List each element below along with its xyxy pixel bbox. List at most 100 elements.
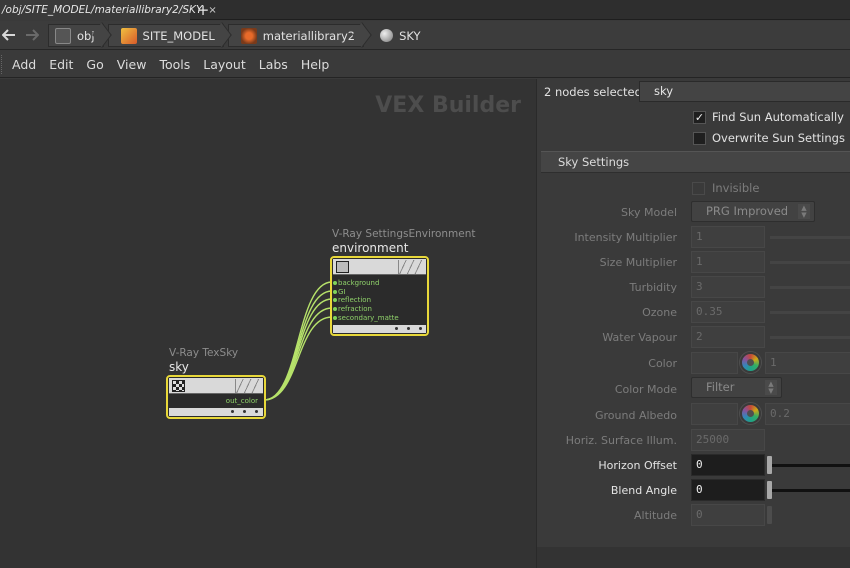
menu-add[interactable]: Add (12, 57, 36, 72)
tab-sky-network[interactable]: /obj/SITE_MODEL/materiallibrary2/SKY × (0, 0, 217, 20)
checker-texture-icon (172, 380, 185, 392)
ground-albedo-field[interactable]: 0.2 (765, 403, 850, 425)
environment-settings-icon (336, 261, 349, 273)
path-bar: obj SITE_MODEL materiallibrary2 SKY (0, 21, 850, 50)
water-vapour-field[interactable]: 2 (691, 326, 765, 348)
size-multiplier-label: Size Multiplier (599, 256, 677, 269)
parameter-panel: 2 nodes selected: sky ✓ Find Sun Automat… (536, 79, 850, 568)
sky-model-dropdown[interactable]: PRG Improved ▲ ▼ (691, 201, 815, 222)
overwrite-sun-label: Overwrite Sun Settings (712, 131, 845, 145)
node-environment[interactable]: background GI reflection refraction seco… (330, 256, 429, 336)
color-mode-dropdown[interactable]: Filter ▲ ▼ (691, 377, 782, 398)
material-library-icon (240, 27, 257, 44)
menu-labs[interactable]: Labs (259, 57, 288, 72)
wire-background (263, 281, 333, 401)
breadcrumb-label: materiallibrary2 (262, 28, 356, 43)
color-mode-label: Color Mode (614, 383, 677, 396)
node-header (169, 378, 263, 394)
altitude-slider-handle[interactable] (767, 506, 772, 524)
wire-gi (263, 290, 333, 401)
menu-layout[interactable]: Layout (203, 57, 246, 72)
horizon-offset-slider[interactable] (770, 464, 850, 467)
sky-settings-section[interactable]: Sky Settings (541, 151, 850, 173)
breadcrumb-materiallibrary2[interactable]: materiallibrary2 (227, 24, 365, 47)
breadcrumb-label: SKY (399, 28, 421, 43)
breadcrumb-sky[interactable]: SKY (368, 24, 428, 47)
node-footer (333, 325, 426, 333)
add-tab-icon[interactable]: + (194, 0, 212, 20)
menu-edit[interactable]: Edit (49, 57, 73, 72)
input-port-secondary-matte[interactable]: secondary_matte (333, 314, 399, 322)
horizon-offset-label: Horizon Offset (598, 459, 677, 472)
node-type-label: V-Ray TexSky (169, 347, 239, 359)
input-port-gi[interactable]: GI (333, 288, 346, 296)
wire-refraction (263, 307, 333, 401)
node-flag-stripes[interactable] (235, 379, 259, 393)
ground-albedo-swatch[interactable] (691, 403, 738, 425)
chevron-up-down-icon: ▲ ▼ (798, 204, 810, 219)
node-flag-stripes[interactable] (398, 260, 422, 274)
horizon-offset-field[interactable]: 0 (691, 454, 765, 476)
node-wires (263, 281, 333, 401)
blend-angle-slider[interactable] (770, 489, 850, 492)
network-editor[interactable]: VEX Builder V-Ray TexSky sky out_color V… (0, 79, 536, 568)
sky-model-label: Sky Model (621, 206, 677, 219)
menu-bar: Add Edit Go View Tools Layout Labs Help (0, 51, 850, 78)
menu-go[interactable]: Go (86, 57, 103, 72)
color-wheel-icon[interactable] (740, 403, 761, 424)
horizon-offset-slider-handle[interactable] (767, 456, 772, 474)
blend-angle-label: Blend Angle (610, 484, 677, 497)
panel-footer-area (537, 547, 850, 568)
input-port-refraction[interactable]: refraction (333, 305, 372, 313)
wire-secondary-matte (263, 316, 333, 401)
overwrite-sun-checkbox[interactable] (693, 132, 706, 145)
horiz-surface-illum-field[interactable]: 25000 (691, 429, 765, 451)
node-footer (169, 408, 263, 416)
color-wheel-icon[interactable] (740, 352, 761, 373)
toolbar-grip-icon[interactable] (1, 55, 4, 74)
back-arrow-icon[interactable] (1, 27, 17, 43)
size-multiplier-field[interactable]: 1 (691, 251, 765, 273)
vop-sphere-icon (380, 29, 394, 42)
turbidity-slider[interactable] (770, 286, 850, 289)
breadcrumb-obj[interactable]: obj (48, 24, 104, 47)
invisible-label: Invisible (712, 181, 760, 195)
network-context-label: VEX Builder (375, 93, 521, 118)
input-port-background[interactable]: background (332, 279, 379, 287)
color-swatch[interactable] (691, 352, 738, 374)
find-sun-checkbox[interactable]: ✓ (693, 111, 706, 124)
node-sky[interactable]: out_color (166, 375, 266, 419)
menu-tools[interactable]: Tools (159, 57, 190, 72)
breadcrumb-label: SITE_MODEL (142, 28, 215, 43)
selection-field[interactable]: sky (639, 81, 850, 102)
forward-arrow-icon[interactable] (24, 27, 40, 43)
ground-albedo-label: Ground Albedo (594, 409, 677, 422)
output-port-out-color[interactable]: out_color (226, 397, 258, 405)
node-name-label: sky (169, 360, 189, 374)
water-vapour-slider[interactable] (770, 336, 850, 339)
altitude-field[interactable]: 0 (691, 504, 765, 526)
menu-view[interactable]: View (117, 57, 147, 72)
chevron-up-down-icon: ▲ ▼ (765, 380, 777, 395)
breadcrumb: obj SITE_MODEL materiallibrary2 SKY (48, 24, 433, 47)
menu-help[interactable]: Help (301, 57, 330, 72)
node-header (333, 259, 426, 275)
geometry-icon (120, 27, 137, 44)
color-label: Color (648, 357, 677, 370)
intensity-multiplier-field[interactable]: 1 (691, 226, 765, 248)
selection-label: 2 nodes selected: (544, 85, 646, 99)
invisible-checkbox[interactable] (692, 182, 705, 195)
ozone-field[interactable]: 0.35 (691, 301, 765, 323)
ozone-slider[interactable] (770, 311, 850, 314)
blend-angle-field[interactable]: 0 (691, 479, 765, 501)
blend-angle-slider-handle[interactable] (767, 481, 772, 499)
breadcrumb-site-model[interactable]: SITE_MODEL (107, 24, 224, 47)
node-name-label: environment (332, 241, 409, 255)
input-port-reflection[interactable]: reflection (332, 296, 371, 304)
turbidity-field[interactable]: 3 (691, 276, 765, 298)
intensity-multiplier-slider[interactable] (770, 236, 850, 239)
tab-title: /obj/SITE_MODEL/materiallibrary2/SKY (2, 4, 203, 16)
size-multiplier-slider[interactable] (770, 261, 850, 264)
color-value-field[interactable]: 1 (765, 352, 850, 374)
find-sun-label: Find Sun Automatically (712, 110, 844, 124)
